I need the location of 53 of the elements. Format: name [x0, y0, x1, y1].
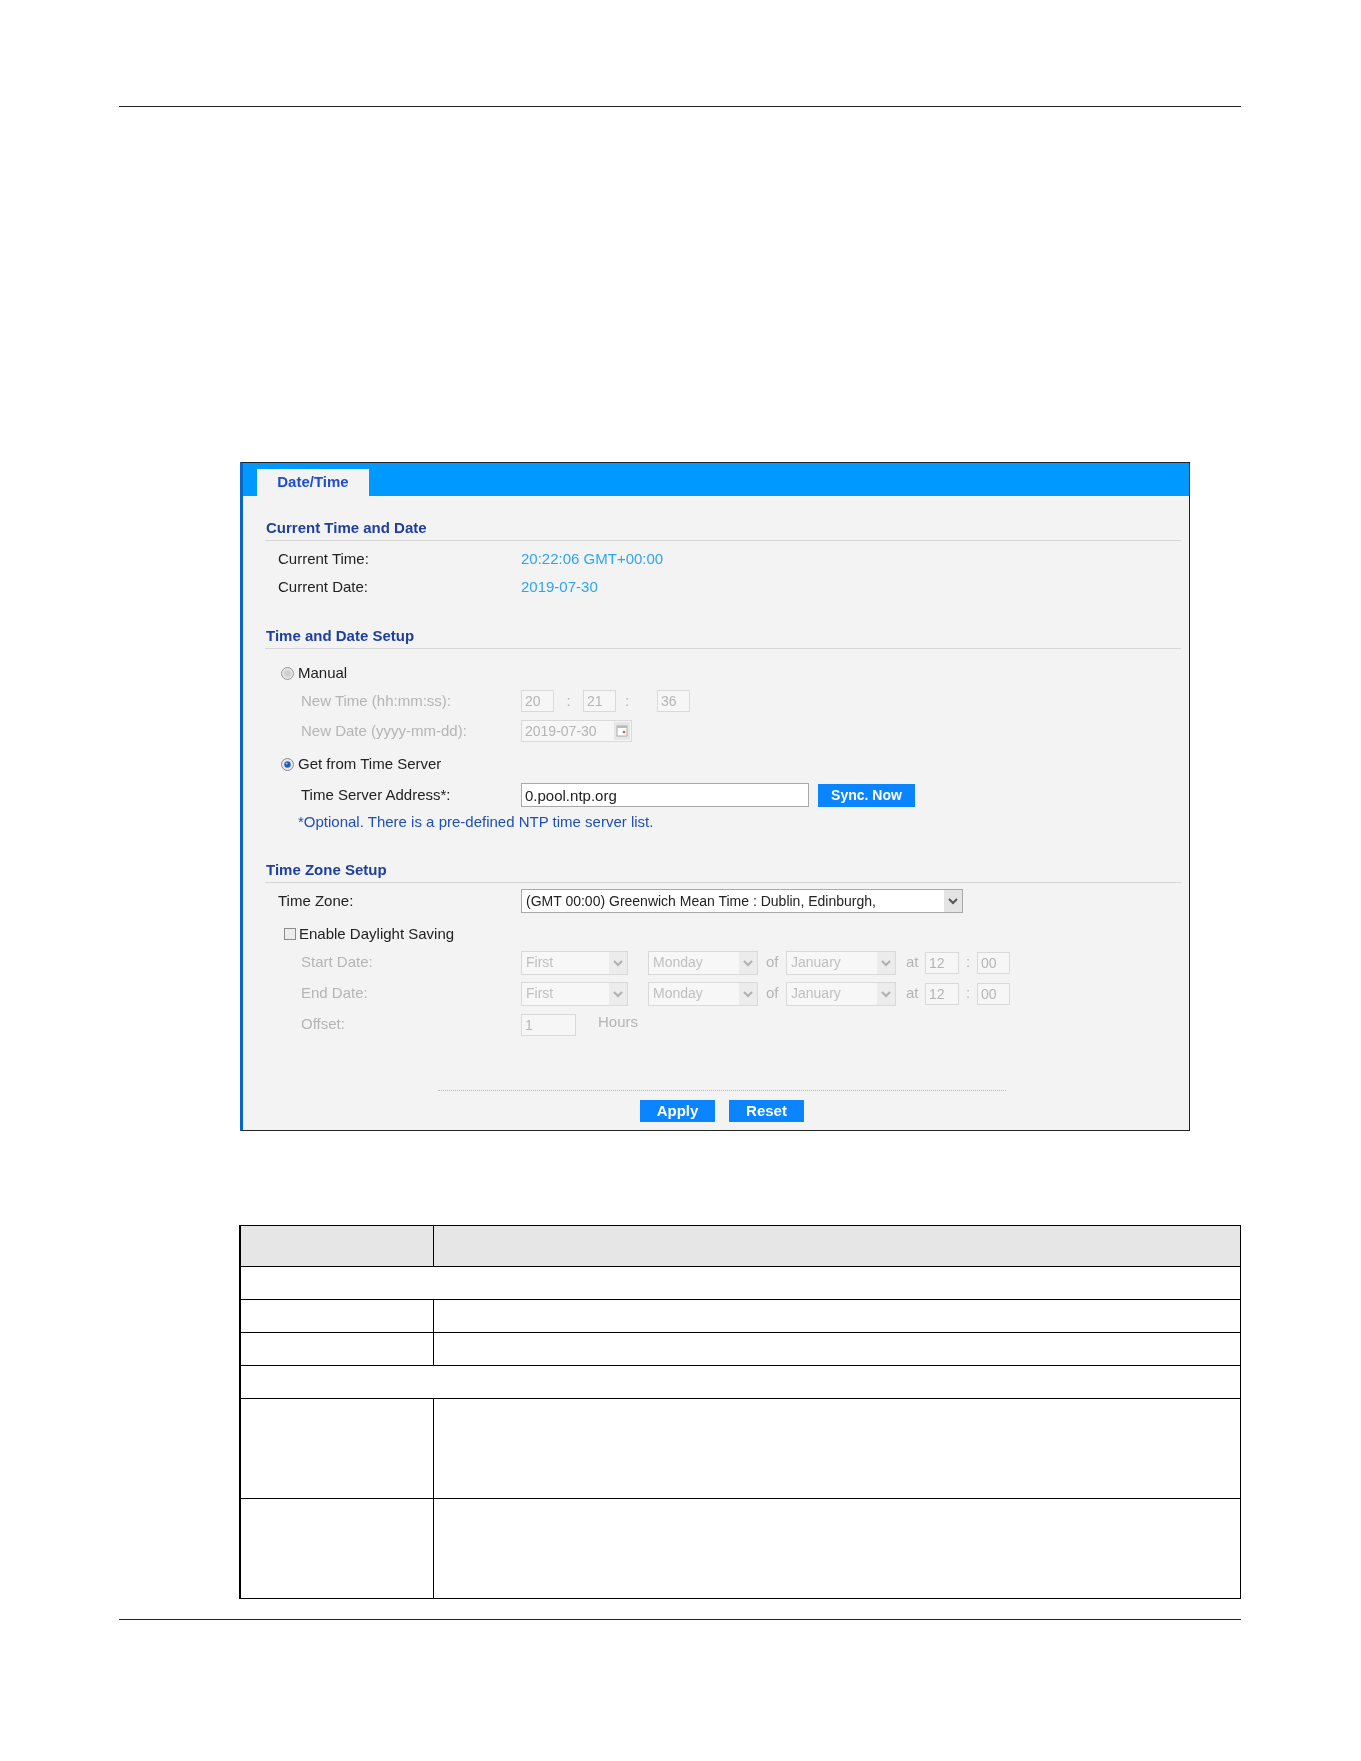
section-title: Time Zone Setup — [265, 859, 387, 880]
connector-text: at — [905, 952, 920, 973]
hour-field[interactable]: 12 — [925, 982, 959, 1005]
chevron-down-icon — [877, 951, 895, 974]
hour-field[interactable]: 12 — [925, 951, 959, 974]
field-value: 2019-07-30 — [521, 576, 598, 597]
radio-button[interactable] — [281, 757, 294, 771]
section-title: Time and Date Setup — [265, 625, 415, 646]
time-field[interactable]: 36 — [657, 690, 690, 712]
separator-text: : — [964, 983, 972, 1004]
field-label: Current Date: — [278, 576, 370, 597]
chevron-down-icon — [739, 982, 757, 1005]
server-address-field[interactable]: 0.pool.ntp.org — [521, 783, 809, 807]
chevron-down-icon — [739, 951, 757, 974]
field-label: New Time (hh:mm:ss): — [301, 690, 452, 711]
minute-field[interactable]: 00 — [977, 951, 1010, 974]
option-label: Manual — [298, 662, 348, 683]
field-value: 20:22:06 GMT+00:00 — [521, 548, 664, 569]
field-label: Start Date: — [301, 952, 374, 973]
section-title: Current Time and Date — [265, 517, 427, 538]
calendar-icon — [614, 722, 630, 740]
field-label: Time Server Address*: — [301, 784, 452, 805]
time-field[interactable]: 21 — [583, 690, 616, 712]
connector-text: of — [765, 952, 780, 973]
connector-text: at — [905, 983, 920, 1004]
separator-text: : — [565, 690, 572, 711]
chevron-down-icon — [609, 951, 627, 974]
field-label: New Date (yyyy-mm-dd): — [301, 720, 468, 741]
radio-button[interactable] — [281, 666, 294, 680]
field-label: Time Zone: — [278, 890, 355, 911]
time-field[interactable]: 20 — [521, 690, 554, 712]
option-label: Get from Time Server — [298, 753, 442, 774]
unit-text: Hours — [598, 1012, 638, 1033]
date-field[interactable]: 2019-07-30 — [521, 720, 632, 742]
chevron-down-icon — [944, 890, 962, 912]
field-label: Offset: — [301, 1014, 346, 1035]
tab[interactable]: Date/Time — [257, 469, 369, 496]
chevron-down-icon — [877, 982, 895, 1005]
field-label: Current Time: — [278, 548, 370, 569]
apply-button[interactable]: Apply — [640, 1100, 715, 1122]
time-zone-dropdown[interactable]: (GMT 00:00) Greenwich Mean Time : Dublin, Edinburgh, — [521, 889, 963, 913]
chevron-down-icon — [609, 982, 627, 1005]
sync-now-button[interactable]: Sync. Now — [818, 783, 915, 807]
field-label: End Date: — [301, 983, 369, 1004]
minute-field[interactable]: 00 — [977, 982, 1010, 1005]
reset-button[interactable]: Reset — [729, 1100, 804, 1122]
checkbox[interactable] — [284, 928, 296, 940]
separator-text: : — [624, 690, 631, 711]
connector-text: of — [765, 983, 780, 1004]
separator-text: : — [964, 952, 972, 973]
checkbox-label: Enable Daylight Saving — [299, 923, 455, 944]
hint-text: *Optional. There is a pre-defined NTP time server list. — [298, 811, 654, 832]
offset-field[interactable]: 1 — [521, 1013, 576, 1036]
